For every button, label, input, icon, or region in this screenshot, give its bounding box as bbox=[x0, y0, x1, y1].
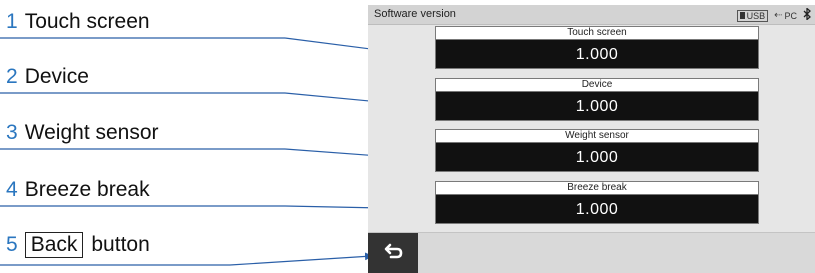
pc-status: ⇠ PC bbox=[774, 10, 797, 21]
version-label: Device bbox=[436, 79, 758, 92]
pc-label: PC bbox=[784, 10, 797, 21]
version-card-touch-screen: Touch screen 1.000 bbox=[435, 26, 759, 69]
screen-title: Software version bbox=[374, 8, 456, 20]
version-value: 1.000 bbox=[575, 98, 619, 115]
device-screen: Software version USB ⇠ PC Touch screen 1… bbox=[368, 5, 815, 273]
back-button[interactable] bbox=[368, 233, 418, 273]
bluetooth-icon bbox=[803, 7, 811, 23]
usb-status: USB bbox=[736, 9, 769, 22]
usb-label: USB bbox=[746, 10, 766, 21]
usb-icon bbox=[739, 12, 745, 19]
version-label: Weight sensor bbox=[436, 130, 758, 143]
bottom-bar bbox=[368, 232, 815, 273]
version-value: 1.000 bbox=[575, 201, 619, 218]
version-card-breeze-break: Breeze break 1.000 bbox=[435, 181, 759, 224]
back-arrow-icon bbox=[384, 243, 403, 259]
version-value: 1.000 bbox=[575, 46, 619, 63]
version-label: Breeze break bbox=[436, 182, 758, 195]
version-value: 1.000 bbox=[575, 149, 619, 166]
version-card-device: Device 1.000 bbox=[435, 78, 759, 121]
title-bar: Software version USB ⇠ PC bbox=[368, 5, 815, 25]
leader-arrow-5 bbox=[229, 252, 373, 266]
version-label: Touch screen bbox=[436, 27, 758, 40]
plug-icon: ⇠ bbox=[774, 10, 783, 21]
status-area: USB ⇠ PC bbox=[736, 7, 811, 23]
version-card-weight-sensor: Weight sensor 1.000 bbox=[435, 129, 759, 172]
